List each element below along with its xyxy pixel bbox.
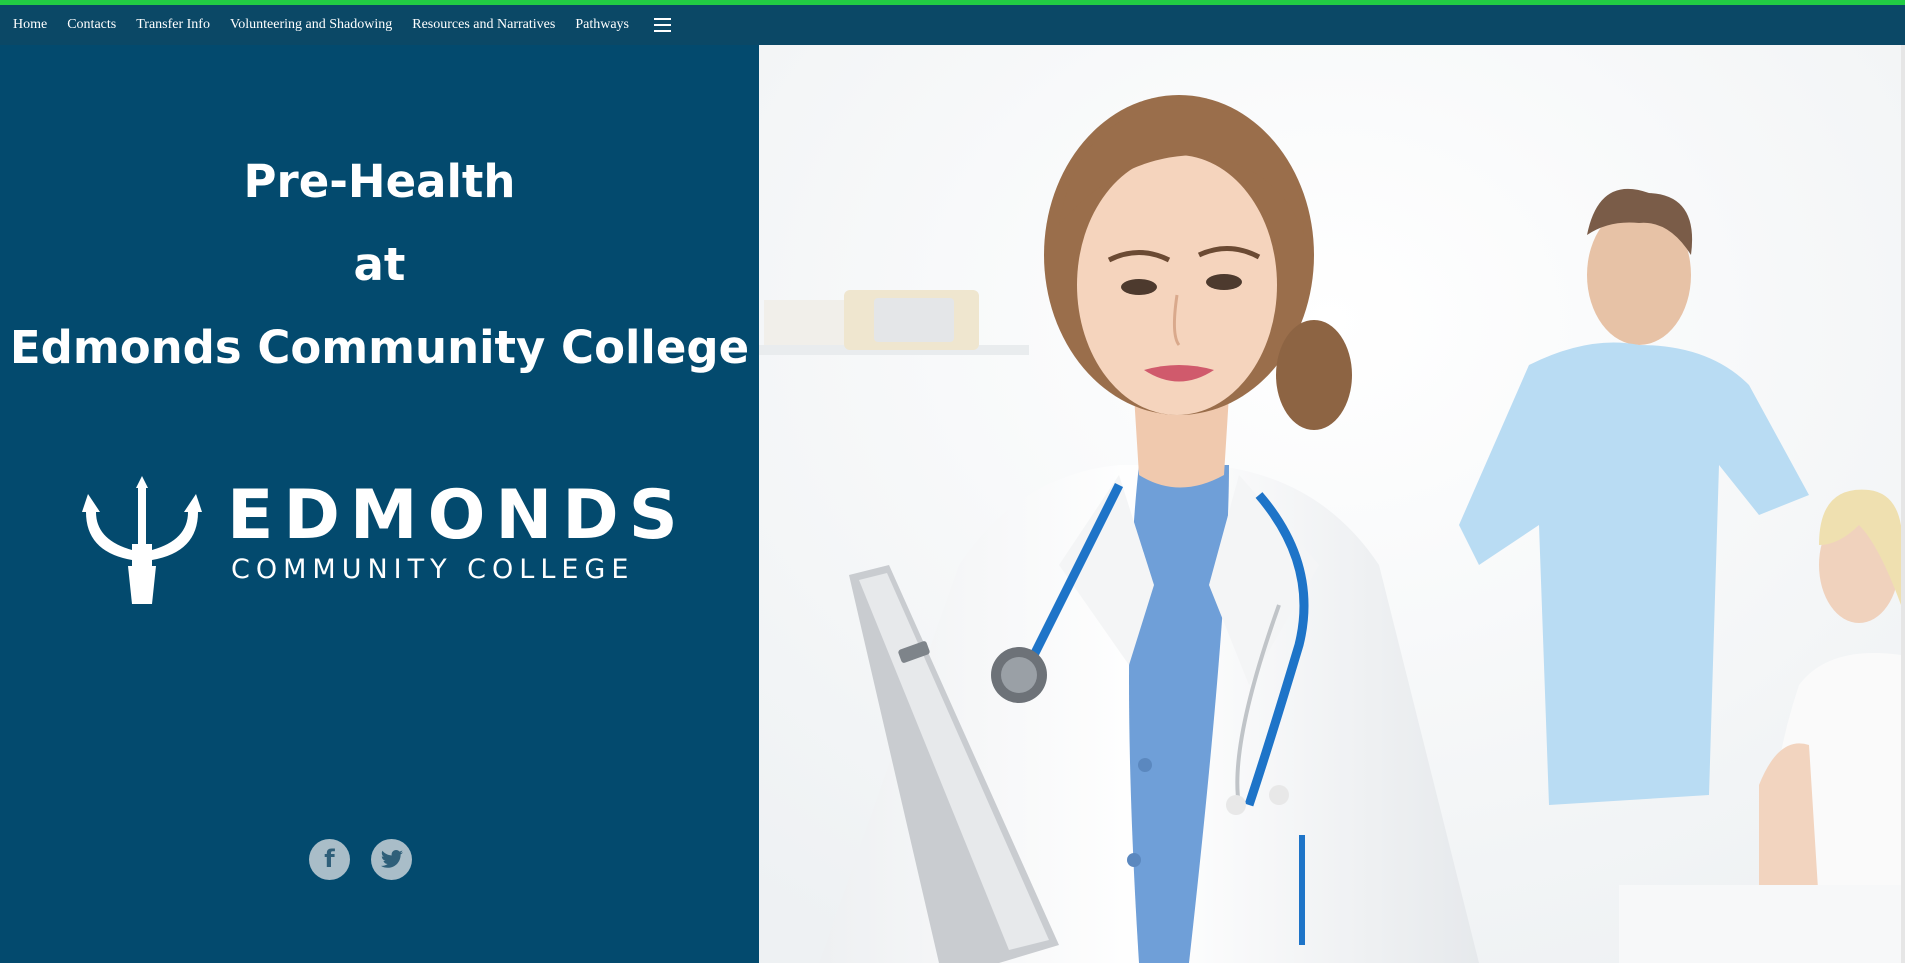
hero-image (759, 45, 1901, 963)
page-title: Pre-Health at Edmonds Community College (0, 140, 759, 389)
title-line-3: Edmonds Community College (9, 321, 750, 374)
title-line-2: at (353, 238, 406, 291)
nav-item-contacts[interactable]: Contacts (67, 17, 116, 33)
hero-text-panel: Pre-Health at Edmonds Community College … (0, 45, 759, 963)
trident-icon (82, 476, 202, 604)
twitter-button[interactable] (371, 839, 412, 880)
nav-item-home[interactable]: Home (13, 17, 47, 33)
twitter-icon (380, 849, 403, 868)
nav-item-pathways[interactable]: Pathways (575, 17, 629, 33)
nav-item-resources[interactable]: Resources and Narratives (412, 17, 555, 33)
scrollbar[interactable] (1901, 45, 1905, 963)
hamburger-menu-icon[interactable] (653, 18, 671, 32)
top-navigation-bar: Home Contacts Transfer Info Volunteering… (0, 0, 1905, 45)
college-logo: EDMONDS COMMUNITY COLLEGE (82, 476, 682, 616)
logo-subline: COMMUNITY COLLEGE (231, 554, 635, 585)
doctor-photo (759, 45, 1901, 963)
title-line-1: Pre-Health (243, 155, 516, 208)
main-nav: Home Contacts Transfer Info Volunteering… (0, 5, 671, 45)
facebook-icon: f (324, 845, 335, 873)
nav-item-transfer-info[interactable]: Transfer Info (136, 17, 210, 33)
logo-wordmark: EDMONDS (227, 476, 688, 555)
facebook-button[interactable]: f (309, 839, 350, 880)
nav-item-volunteering[interactable]: Volunteering and Shadowing (230, 17, 392, 33)
